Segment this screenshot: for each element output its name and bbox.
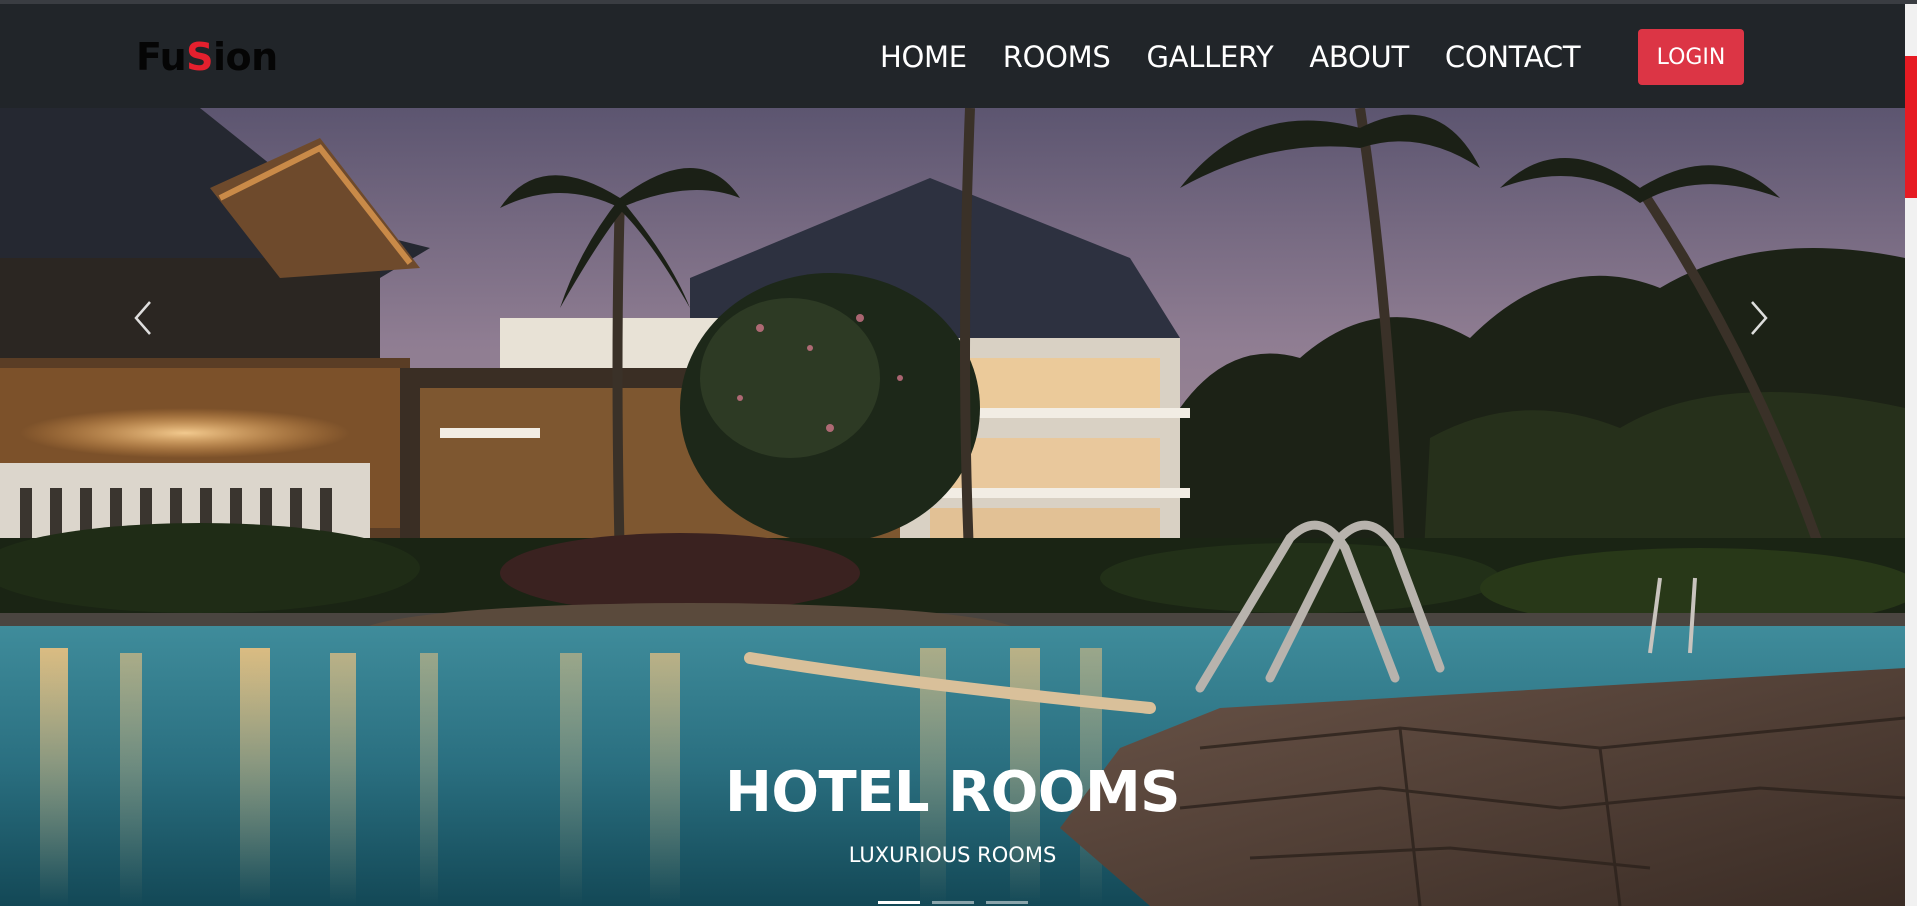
brand-accent-letter: S <box>186 35 213 79</box>
page: FuSion HOME ROOMS GALLERY ABOUT CONTACT … <box>0 0 1917 906</box>
nav-links: HOME ROOMS GALLERY ABOUT CONTACT <box>880 38 1616 76</box>
carousel-indicator-1[interactable] <box>877 901 920 904</box>
chevron-left-icon <box>134 301 151 335</box>
page-scrollbar[interactable] <box>1905 4 1917 906</box>
navbar: FuSion HOME ROOMS GALLERY ABOUT CONTACT … <box>0 4 1905 109</box>
carousel-caption-subtitle: LUXURIOUS ROOMS <box>848 843 1057 867</box>
nav-link-gallery[interactable]: GALLERY <box>1147 38 1274 76</box>
chevron-right-icon <box>1751 301 1768 335</box>
nav-link-home[interactable]: HOME <box>880 38 967 76</box>
carousel-indicators <box>0 901 1905 904</box>
nav-link-contact[interactable]: CONTACT <box>1445 38 1581 76</box>
hero-carousel: HOTEL ROOMS LUXURIOUS ROOMS <box>0 108 1905 906</box>
carousel-indicator-2[interactable] <box>931 901 974 904</box>
brand-logo[interactable]: FuSion <box>136 34 278 80</box>
nav-link-rooms[interactable]: ROOMS <box>1003 38 1111 76</box>
carousel-next-button[interactable] <box>1740 288 1780 348</box>
scrollbar-thumb[interactable] <box>1905 56 1917 198</box>
login-button[interactable]: LOGIN <box>1638 29 1744 85</box>
carousel-caption-title: HOTEL ROOMS <box>725 760 1181 825</box>
brand-prefix: Fu <box>136 35 187 79</box>
nav-link-about[interactable]: ABOUT <box>1309 38 1409 76</box>
carousel-indicator-3[interactable] <box>985 901 1028 904</box>
carousel-prev-button[interactable] <box>122 288 162 348</box>
brand-suffix: ion <box>213 35 278 79</box>
